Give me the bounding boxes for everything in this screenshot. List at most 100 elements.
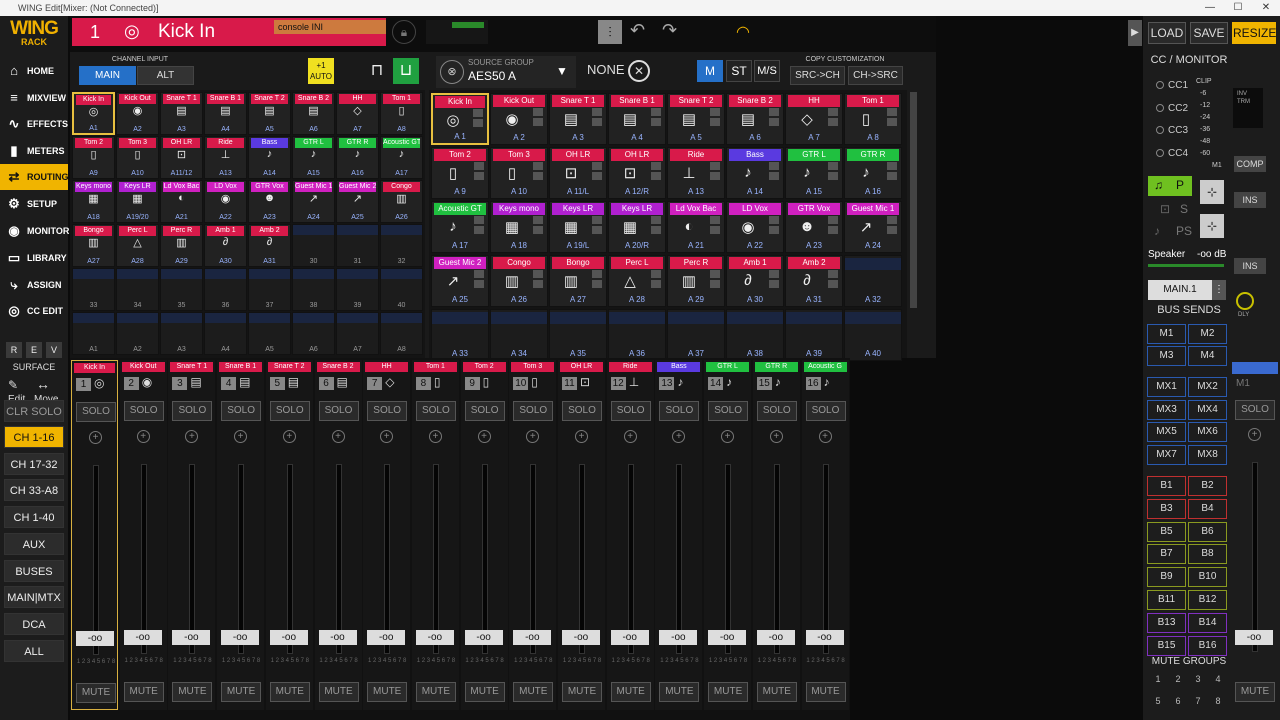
nav-cc-edit[interactable]: ◎ CC EDIT	[0, 298, 68, 324]
solo-button[interactable]: SOLO	[367, 401, 408, 421]
mute-button[interactable]: MUTE	[367, 682, 408, 702]
dca-assign[interactable]: 1 2 3 4 5 6 7 8	[76, 657, 116, 679]
wifi-icon[interactable]: ◠	[736, 22, 760, 42]
input-cell[interactable]: GTR L ♪ A15	[292, 136, 335, 179]
dca-assign[interactable]: 1 2 3 4 5 6 7 8	[806, 656, 846, 678]
input-cell[interactable]: Congo ▥ A26	[380, 180, 423, 223]
bank-buses[interactable]: BUSES	[4, 559, 64, 582]
cc-button-4[interactable]: CC4	[1150, 148, 1195, 166]
matrix-send-mx3[interactable]: MX3	[1147, 399, 1186, 420]
input-cell[interactable]: 33	[72, 268, 115, 311]
dca-assign[interactable]: 1 2 3 4 5 6 7 8	[708, 656, 748, 678]
solo-button[interactable]: SOLO	[123, 401, 164, 421]
main-solo-button[interactable]: SOLO	[1235, 400, 1275, 420]
fader-value[interactable]: -oo	[708, 630, 747, 645]
comp-button[interactable]: COMP	[1234, 156, 1266, 172]
dca-assign[interactable]: 1 2 3 4 5 6 7 8	[513, 656, 553, 678]
mute-button[interactable]: MUTE	[123, 682, 164, 702]
solo-button[interactable]: SOLO	[172, 401, 213, 421]
solo-button[interactable]: SOLO	[805, 401, 846, 421]
strip-name[interactable]: Tom 1	[413, 362, 457, 372]
add-icon[interactable]: +	[380, 430, 394, 443]
mute-button[interactable]: MUTE	[610, 682, 651, 702]
mute-button[interactable]: MUTE	[172, 682, 213, 702]
strip-name[interactable]: Bass	[657, 362, 701, 372]
input-cell[interactable]: Tom 1 ▯ A8	[380, 92, 423, 135]
input-cell[interactable]: Amb 2 ∂ A31	[248, 224, 291, 267]
dca-assign[interactable]: 1 2 3 4 5 6 7 8	[465, 656, 505, 678]
resize-button[interactable]: RESIZE	[1232, 22, 1276, 44]
bus-send-b11[interactable]: B11	[1147, 590, 1186, 610]
mute-group-2[interactable]: 2	[1170, 670, 1186, 688]
fader-track[interactable]	[140, 464, 147, 654]
fader-track[interactable]	[530, 464, 537, 654]
fader-track[interactable]	[627, 464, 634, 654]
input-cell[interactable]: A4	[204, 312, 247, 355]
input-cell[interactable]: LD Vox ◉ A22	[204, 180, 247, 223]
matrix-send-mx2[interactable]: MX2	[1188, 377, 1227, 397]
move-icon[interactable]: ↔	[36, 376, 50, 392]
mute-button[interactable]: MUTE	[318, 682, 359, 702]
fader-value[interactable]: -oo	[76, 631, 114, 646]
mute-button[interactable]: MUTE	[221, 682, 262, 702]
nav-assign[interactable]: ⤷ ASSIGN	[0, 272, 68, 298]
bus-send-b10[interactable]: B10	[1188, 567, 1227, 588]
source-cell[interactable]: A 36	[608, 309, 666, 361]
fader-value[interactable]: -oo	[659, 630, 698, 645]
bus-send-b16[interactable]: B16	[1188, 635, 1227, 656]
input-cell[interactable]: Keys LR ▦ A19/20	[116, 180, 159, 223]
ins2-button[interactable]: INS	[1234, 258, 1266, 274]
nav-home[interactable]: ⌂ HOME	[0, 58, 68, 84]
source-cell[interactable]: Guest Mic 1 ↗ A 24	[844, 201, 902, 253]
strip-name[interactable]: Snare B 1	[219, 362, 263, 372]
input-cell[interactable]: Perc L △ A28	[116, 224, 159, 267]
maximize-button[interactable]: ☐	[1224, 0, 1252, 16]
fader-value[interactable]: -oo	[610, 630, 649, 645]
add-icon[interactable]: +	[818, 430, 832, 443]
bank-ch-33-a8[interactable]: CH 33-A8	[4, 479, 64, 502]
solo-button[interactable]: SOLO	[464, 401, 505, 421]
close-button[interactable]: ✕	[1252, 0, 1280, 16]
channel-name-bar[interactable]: 1 ◎ Kick In console INI	[72, 18, 386, 46]
matrix-send-mx1[interactable]: MX1	[1147, 377, 1186, 397]
input-cell[interactable]: GTR Vox ☻ A23	[248, 180, 291, 223]
strip-name[interactable]: Snare B 2	[316, 362, 360, 372]
nav-monitor[interactable]: ◉ MONITOR	[0, 218, 69, 244]
lock-open-icon[interactable]: ⊔	[393, 58, 419, 84]
matrix-send-mx6[interactable]: MX6	[1188, 422, 1227, 443]
bus-send-b3[interactable]: B3	[1147, 498, 1186, 519]
fader-value[interactable]: -oo	[123, 630, 162, 645]
solo-button[interactable]: SOLO	[659, 401, 700, 421]
mixer-sliders-icon[interactable]: ⫶	[598, 20, 622, 44]
input-cell[interactable]: Snare T 2 ▤ A5	[248, 92, 291, 135]
input-cell[interactable]: 32	[380, 224, 423, 267]
solo-button[interactable]: SOLO	[415, 401, 456, 421]
fader-value[interactable]: -oo	[513, 630, 552, 645]
input-cell[interactable]: A3	[160, 312, 203, 355]
save-button[interactable]: SAVE	[1190, 22, 1228, 44]
undo-icon[interactable]: ↶	[630, 20, 656, 44]
solo-button[interactable]: SOLO	[76, 402, 116, 422]
main-send-m2[interactable]: M2	[1188, 324, 1227, 344]
add-icon[interactable]: +	[477, 430, 491, 443]
fader-track[interactable]	[189, 464, 196, 654]
bank-aux[interactable]: AUX	[4, 532, 64, 555]
bus-send-b9[interactable]: B9	[1147, 567, 1186, 588]
clear-source-icon[interactable]: ✕	[628, 60, 650, 82]
bank-ch-17-32[interactable]: CH 17-32	[4, 452, 64, 475]
solo-button[interactable]: SOLO	[562, 401, 602, 421]
nav-mixview[interactable]: ≡ MIXVIEW	[0, 85, 68, 111]
bus-send-b8[interactable]: B8	[1188, 544, 1227, 565]
mute-button[interactable]: MUTE	[562, 682, 602, 702]
input-cell[interactable]: Snare B 2 ▤ A6	[292, 92, 335, 135]
strip-name[interactable]: Kick Out	[121, 362, 165, 372]
solo-button[interactable]: SOLO	[610, 401, 651, 421]
add-icon[interactable]: +	[575, 430, 588, 443]
fader-value[interactable]: -oo	[805, 630, 844, 645]
lock-closed-icon[interactable]: ⊓	[366, 58, 388, 84]
cc-button-1[interactable]: CC1	[1150, 80, 1195, 98]
source-cell[interactable]: A 35	[549, 309, 607, 361]
main-send-m1[interactable]: M1	[1147, 324, 1186, 344]
collapse-arrow-icon[interactable]: ▶	[1128, 20, 1142, 46]
input-cell[interactable]: OH LR ⊡ A11/12	[160, 136, 203, 179]
